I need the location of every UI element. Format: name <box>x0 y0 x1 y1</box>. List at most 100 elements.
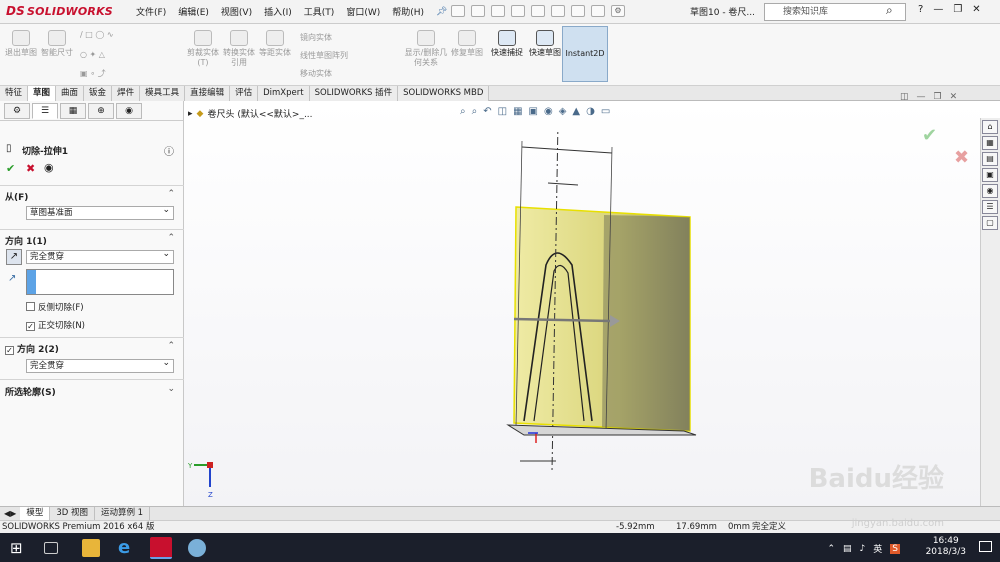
tab-scroll-icon[interactable]: ◀▶ <box>0 509 20 518</box>
feature-manager-tab[interactable]: ⚙ <box>4 102 30 119</box>
display-manager-tab[interactable]: ◉ <box>116 102 142 119</box>
menu-insert[interactable]: 插入(I) <box>258 5 298 18</box>
network-icon[interactable]: ▤ <box>843 544 852 554</box>
task-view-icon[interactable] <box>44 542 58 554</box>
home-icon[interactable]: ⌂ <box>982 120 998 134</box>
tab-dimxpert[interactable]: DimXpert <box>258 85 310 101</box>
end-condition-select[interactable]: 完全贯穿 <box>26 248 174 264</box>
rebuild-icon[interactable] <box>571 5 585 17</box>
flip-side-checkbox[interactable]: 反侧切除(F) <box>26 301 84 313</box>
forum-icon[interactable]: ▢ <box>982 216 998 230</box>
move-entities-button[interactable]: 移动实体 <box>300 68 332 79</box>
viewport-minimize-icon[interactable]: — <box>917 92 926 102</box>
appearances-icon[interactable]: ◉ <box>982 184 998 198</box>
menu-edit[interactable]: 编辑(E) <box>172 5 215 18</box>
appearance-icon[interactable]: ▲ <box>572 106 580 117</box>
options-gear-icon[interactable]: ⚙ <box>611 5 625 17</box>
view-orientation-icon[interactable]: ▣ <box>529 106 538 117</box>
smart-dimension-button[interactable]: 智能尺寸 <box>40 30 74 58</box>
tab-evaluate[interactable]: 评估 <box>230 85 259 101</box>
normal-cut-checkbox[interactable]: ✓ 正交切除(N) <box>26 319 85 331</box>
volume-icon[interactable]: ♪ <box>860 544 866 554</box>
solidworks-logo[interactable]: DS SOLIDWORKS <box>6 4 113 18</box>
sogou-ime-icon[interactable]: S <box>890 543 900 554</box>
quick-snaps-button[interactable]: 快速捕捉 <box>490 30 524 58</box>
open-icon[interactable] <box>471 5 485 17</box>
line-tool-icon[interactable]: ∕ □ ◯ ∿ <box>80 30 114 39</box>
contours-expand-icon[interactable]: ⌄ <box>167 384 175 394</box>
from-select[interactable]: 草图基准面 <box>26 204 174 220</box>
view-settings-icon[interactable]: ▭ <box>601 106 610 117</box>
ok-check-button[interactable]: ✔ <box>6 162 15 175</box>
ime-indicator[interactable]: 英 <box>873 542 882 555</box>
minimize-button[interactable]: — <box>933 4 943 15</box>
zoom-to-fit-icon[interactable]: ⌕ <box>460 106 466 117</box>
menu-window[interactable]: 窗口(W) <box>340 5 386 18</box>
direction2-end-select[interactable]: 完全贯穿 <box>26 357 174 373</box>
notifications-icon[interactable] <box>979 541 992 552</box>
trim-entities-button[interactable]: 剪裁实体(T) <box>186 30 220 68</box>
restore-button[interactable]: ❐ <box>953 4 962 15</box>
graphics-area[interactable]: ▸ ◆ 卷尺头 (默认<<默认>_... ⌕ ⌕ ↶ ◫ ▦ ▣ ◉ ◈ ▲ ◑ ▭… <box>184 92 980 506</box>
tab-surfaces[interactable]: 曲面 <box>56 85 85 101</box>
file-explorer-taskbar-icon[interactable] <box>82 539 100 557</box>
print-icon[interactable] <box>511 5 525 17</box>
feature-tree-flyout[interactable]: ▸ ◆ 卷尺头 (默认<<默认>_... <box>188 107 313 121</box>
file-explorer-icon[interactable]: ▤ <box>982 152 998 166</box>
slot-tool-icon[interactable]: ▣ ∘ ⤴ <box>80 68 106 79</box>
file-properties-icon[interactable] <box>591 5 605 17</box>
help-circle-icon[interactable]: ⓘ <box>164 143 174 158</box>
display-delete-relations-button[interactable]: 显示/删除几何关系 <box>404 30 448 68</box>
menu-tools[interactable]: 工具(T) <box>298 5 341 18</box>
view-palette-icon[interactable]: ▣ <box>982 168 998 182</box>
direction1-collapse-icon[interactable]: ⌃ <box>167 233 175 243</box>
windows-start-icon[interactable]: ⊞ <box>10 539 28 557</box>
tab-addins[interactable]: SOLIDWORKS 插件 <box>309 85 399 101</box>
instant2d-button[interactable]: Instant2D <box>562 26 608 82</box>
close-button[interactable]: ✕ <box>972 4 980 15</box>
tab-sheet-metal[interactable]: 钣金 <box>84 85 113 101</box>
edge-browser-icon[interactable]: e <box>118 539 136 557</box>
section-view-icon[interactable]: ◫ <box>498 106 507 117</box>
solidworks-taskbar-icon[interactable] <box>150 537 172 559</box>
tray-expand-icon[interactable]: ⌃ <box>827 544 835 554</box>
direction2-collapse-icon[interactable]: ⌃ <box>167 341 175 351</box>
viewport-close-icon[interactable]: ✕ <box>950 92 958 102</box>
search-input[interactable]: 搜索知识库 <box>764 3 906 21</box>
dynamic-annotation-icon[interactable]: ▦ <box>513 106 522 117</box>
reverse-direction-button[interactable]: ↗ <box>6 249 22 265</box>
linear-pattern-button[interactable]: 线性草图阵列 <box>300 50 348 61</box>
tab-mold-tools[interactable]: 模具工具 <box>140 85 186 101</box>
select-icon[interactable] <box>551 5 565 17</box>
offset-entities-button[interactable]: 等距实体 <box>258 30 292 58</box>
new-icon[interactable] <box>451 5 465 17</box>
paint-app-icon[interactable] <box>188 539 206 557</box>
display-style-icon[interactable]: ◉ <box>544 106 553 117</box>
tab-3d-views[interactable]: 3D 视图 <box>50 507 95 520</box>
convert-entities-button[interactable]: 转换实体引用 <box>222 30 256 68</box>
menu-file[interactable]: 文件(F) <box>130 5 172 18</box>
mirror-entities-button[interactable]: 镜向实体 <box>300 32 332 43</box>
menu-view[interactable]: 视图(V) <box>215 5 258 18</box>
tab-features[interactable]: 特征 <box>0 85 29 101</box>
confirm-corner-cancel-icon[interactable]: ✖ <box>954 147 969 168</box>
model-view[interactable] <box>484 131 714 471</box>
dimxpert-manager-tab[interactable]: ⊕ <box>88 102 114 119</box>
configuration-manager-tab[interactable]: ▦ <box>60 102 86 119</box>
tab-sketch[interactable]: 草图 <box>28 85 57 101</box>
design-library-icon[interactable]: ▦ <box>982 136 998 150</box>
menu-help[interactable]: 帮助(H) <box>386 5 430 18</box>
cancel-x-button[interactable]: ✖ <box>26 162 35 175</box>
zoom-area-icon[interactable]: ⌕ <box>472 106 478 117</box>
help-icon[interactable]: ? <box>918 4 923 15</box>
repair-sketch-button[interactable]: 修复草图 <box>450 30 484 58</box>
scene-icon[interactable]: ◑ <box>586 106 595 117</box>
property-manager-tab[interactable]: ☰ <box>32 102 58 119</box>
taskbar-clock[interactable]: 16:49 2018/3/3 <box>926 536 966 558</box>
preview-eye-icon[interactable]: ◉ <box>44 161 54 174</box>
custom-properties-icon[interactable]: ☰ <box>982 200 998 214</box>
undo-icon[interactable] <box>531 5 545 17</box>
rapid-sketch-button[interactable]: 快速草图 <box>528 30 562 58</box>
previous-view-icon[interactable]: ↶ <box>483 106 491 117</box>
exit-sketch-button[interactable]: 退出草图 <box>4 30 38 58</box>
